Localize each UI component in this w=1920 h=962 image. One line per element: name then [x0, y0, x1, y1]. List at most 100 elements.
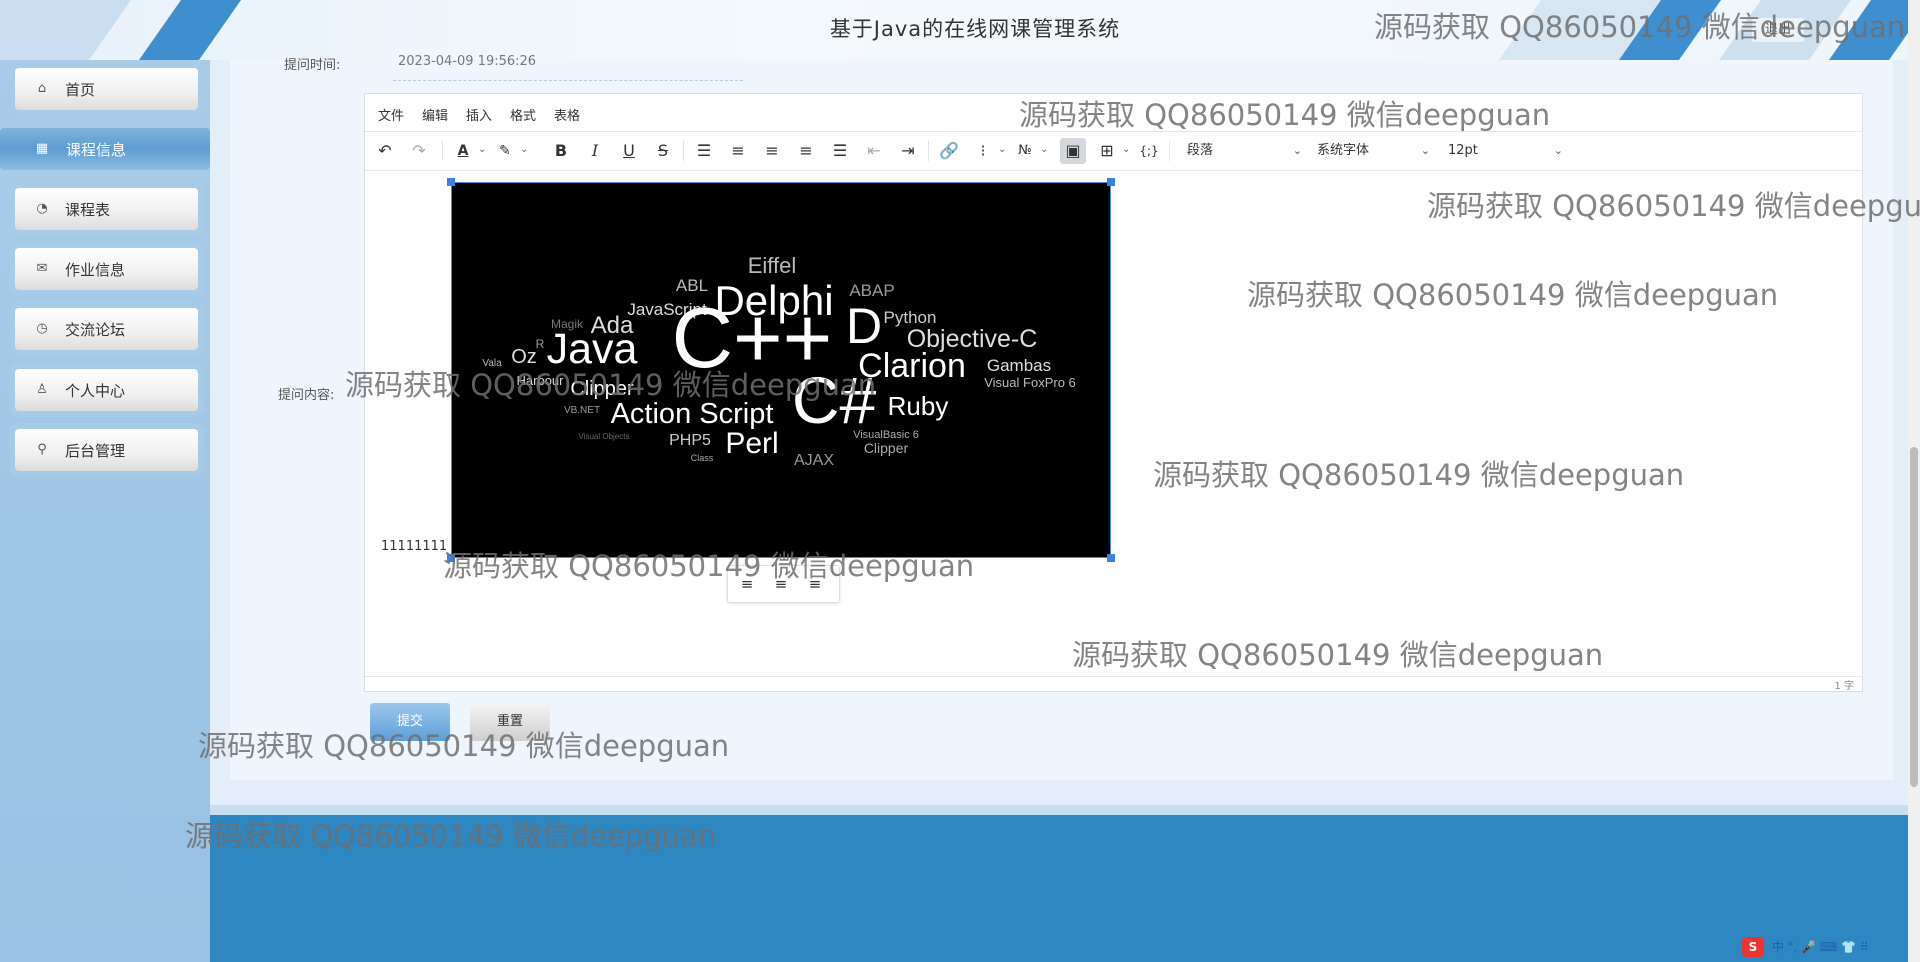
resize-handle[interactable]	[447, 554, 455, 562]
editor-content-area[interactable]: 11111111 Eiffel ABL Delphi ABAP JavaScript D P…	[365, 171, 1862, 677]
font-size-value: 12pt	[1448, 143, 1478, 158]
font-family-value: 系统字体	[1317, 143, 1370, 158]
rich-text-editor[interactable]: 文件 编辑 插入 格式 表格 ↶ ↷ A ⌄ ✎ ⌄ B I U S ☰ ≡ ≡…	[364, 93, 1863, 692]
home-icon: ⌂	[37, 81, 47, 96]
user-icon: ♙	[36, 382, 48, 397]
mail-icon: ✉	[36, 261, 48, 276]
numbered-list-icon[interactable]: №	[1012, 138, 1038, 164]
font-size-select[interactable]: 12pt ⌄	[1448, 138, 1563, 164]
word-cloud-word: Visual FoxPro 6	[984, 375, 1076, 390]
sidebar-item-label: 后台管理	[65, 442, 126, 460]
content-text: 11111111	[381, 539, 448, 554]
word-cloud-word: Perl	[725, 427, 778, 460]
sidebar-item-label: 课程信息	[66, 141, 127, 159]
sidebar-item-course-info[interactable]: ▦ 课程信息	[0, 128, 210, 170]
menu-format[interactable]: 格式	[510, 105, 536, 124]
word-cloud-word: Gambas	[987, 356, 1051, 375]
image-icon[interactable]: ▣	[1060, 138, 1086, 164]
word-cloud-word: Eiffel	[748, 253, 797, 278]
ime-status-text: 中 °, 🎤 ⌨ 👕 ⠿	[1771, 940, 1869, 954]
align-center-icon[interactable]: ≡	[768, 571, 794, 597]
word-cloud-word: Oz	[511, 346, 537, 368]
sidebar-item-admin[interactable]: ⚲ 后台管理	[15, 429, 198, 471]
resize-handle[interactable]	[1107, 178, 1115, 186]
scrollbar-thumb[interactable]	[1910, 447, 1918, 787]
menu-table[interactable]: 表格	[554, 105, 580, 124]
ime-toolbar[interactable]: S 中 °, 🎤 ⌨ 👕 ⠿	[1742, 937, 1869, 959]
sidebar-item-profile[interactable]: ♙ 个人中心	[15, 369, 198, 411]
block-format-select[interactable]: 段落 ⌄	[1187, 138, 1302, 164]
sidebar-item-schedule[interactable]: ◔ 课程表	[15, 188, 198, 230]
editor-menubar: 文件 编辑 插入 格式 表格	[365, 94, 1862, 132]
menu-file[interactable]: 文件	[378, 105, 404, 124]
submit-button[interactable]: 提交	[370, 703, 450, 741]
reset-button[interactable]: 重置	[470, 703, 550, 741]
inserted-image[interactable]: Eiffel ABL Delphi ABAP JavaScript D Python Magi…	[447, 178, 1115, 562]
chevron-down-icon[interactable]: ⌄	[998, 140, 1008, 160]
toolbar-divider	[683, 141, 684, 161]
top-header: 基于Java的在线网课管理系统 退出	[0, 0, 1920, 60]
time-value: 2023-04-09 19:56:26	[398, 54, 537, 69]
word-cloud-word: Java	[547, 325, 638, 373]
word-cloud-word: Action Script	[611, 398, 774, 430]
sidebar-item-home[interactable]: ⌂ 首页	[15, 68, 198, 110]
word-cloud-word: Clipper	[570, 378, 634, 400]
question-form: 提问时间: 2023-04-09 19:56:26 提问内容: 文件 编辑 插入…	[230, 54, 1893, 780]
logout-button[interactable]: 退出	[1752, 18, 1804, 42]
font-color-icon[interactable]: A	[450, 138, 476, 164]
table-icon[interactable]: ⊞	[1094, 138, 1120, 164]
sidebar-item-label: 作业信息	[65, 261, 126, 279]
word-cloud-word: Vala	[482, 358, 502, 369]
chevron-down-icon[interactable]: ⌄	[478, 140, 488, 160]
strikethrough-icon[interactable]: S	[650, 138, 676, 164]
highlight-icon[interactable]: ✎	[492, 138, 518, 164]
chevron-down-icon[interactable]: ⌄	[1122, 140, 1132, 160]
word-cloud-word: Clipper	[864, 440, 909, 456]
italic-icon[interactable]: I	[582, 138, 608, 164]
app-title: 基于Java的在线网课管理系统	[829, 17, 1121, 41]
page-scrollbar[interactable]	[1908, 0, 1920, 962]
underline-icon[interactable]: U	[616, 138, 642, 164]
font-family-select[interactable]: 系统字体 ⌄	[1317, 138, 1430, 164]
resize-handle[interactable]	[447, 178, 455, 186]
chevron-down-icon[interactable]: ⌄	[1040, 140, 1050, 160]
undo-icon[interactable]: ↶	[372, 138, 398, 164]
block-format-value: 段落	[1187, 143, 1214, 158]
word-cloud-word: D	[846, 298, 882, 354]
time-label: 提问时间:	[284, 58, 341, 73]
code-icon[interactable]: {;}	[1136, 138, 1162, 164]
link-icon[interactable]: 🔗	[936, 138, 962, 164]
sidebar: ⌂ 首页 ▦ 课程信息 ◔ 课程表 ✉ 作业信息 ◷ 交流论坛 ♙ 个人中心 ⚲…	[0, 60, 210, 962]
word-cloud-word: VB.NET	[564, 405, 600, 416]
toolbar-divider	[928, 141, 929, 161]
word-cloud-word: C#	[792, 363, 877, 437]
schedule-icon: ◔	[36, 201, 48, 216]
align-center-icon[interactable]: ≡	[759, 138, 785, 164]
align-right-icon[interactable]: ≡	[802, 571, 828, 597]
sidebar-item-forum[interactable]: ◷ 交流论坛	[15, 308, 198, 350]
sidebar-item-label: 交流论坛	[65, 321, 126, 339]
line-height-icon[interactable]: ☰	[691, 138, 717, 164]
outdent-icon[interactable]: ⇤	[861, 138, 887, 164]
bullet-list-icon[interactable]: ⁝	[970, 138, 996, 164]
menu-insert[interactable]: 插入	[466, 105, 492, 124]
redo-icon[interactable]: ↷	[406, 138, 432, 164]
editor-statusbar: 1 字	[365, 676, 1862, 692]
align-justify-icon[interactable]: ☰	[827, 138, 853, 164]
word-cloud-word: PHP5	[669, 432, 711, 449]
align-left-icon[interactable]: ≡	[725, 138, 751, 164]
sogou-logo-icon: S	[1742, 937, 1764, 957]
resize-handle[interactable]	[1107, 554, 1115, 562]
chevron-down-icon: ⌄	[1553, 144, 1563, 157]
chevron-down-icon: ⌄	[1292, 144, 1302, 157]
chevron-down-icon[interactable]: ⌄	[520, 140, 530, 160]
align-left-icon[interactable]: ≡	[734, 571, 760, 597]
toolbar-divider	[442, 141, 443, 161]
sidebar-item-homework[interactable]: ✉ 作业信息	[15, 248, 198, 290]
footer-divider	[210, 805, 1910, 815]
word-cloud-word: Class	[691, 453, 714, 463]
bold-icon[interactable]: B	[548, 138, 574, 164]
align-right-icon[interactable]: ≡	[793, 138, 819, 164]
menu-edit[interactable]: 编辑	[422, 105, 448, 124]
indent-icon[interactable]: ⇥	[895, 138, 921, 164]
